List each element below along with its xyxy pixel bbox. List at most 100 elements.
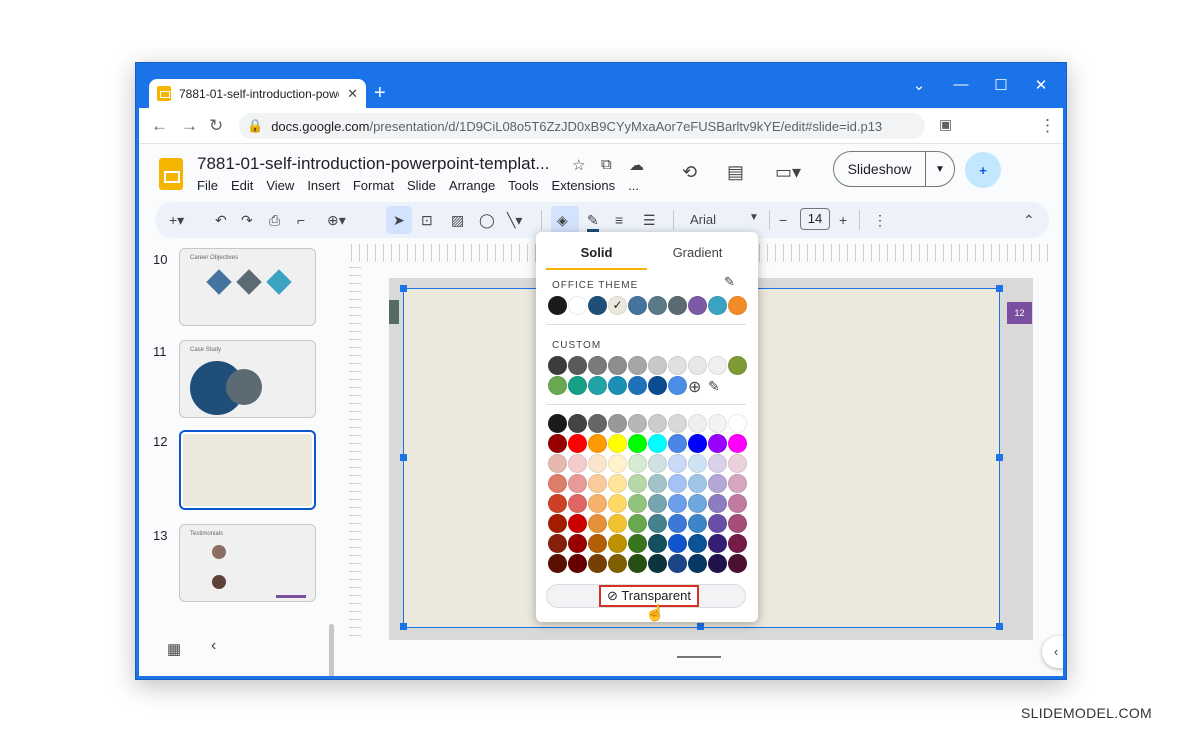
slideshow-dropdown-icon[interactable]: ▼ — [926, 164, 954, 175]
palette-color-swatch[interactable] — [608, 494, 627, 513]
palette-color-swatch[interactable] — [688, 554, 707, 573]
palette-color-swatch[interactable] — [648, 454, 667, 473]
comments-icon[interactable]: ▤ — [727, 162, 744, 183]
theme-color-swatch[interactable] — [548, 296, 567, 315]
eyedropper-icon[interactable]: ✎ — [708, 378, 720, 395]
font-size-input[interactable]: 14 — [800, 208, 830, 230]
custom-color-swatch[interactable] — [648, 376, 667, 395]
edit-theme-icon[interactable]: ✎ — [724, 274, 735, 290]
custom-color-swatch[interactable] — [628, 356, 647, 375]
palette-color-swatch[interactable] — [588, 534, 607, 553]
palette-color-swatch[interactable] — [708, 514, 727, 533]
palette-color-swatch[interactable] — [688, 534, 707, 553]
slide-thumbnail-11[interactable]: Case Study — [179, 340, 316, 418]
slides-logo-icon[interactable] — [159, 158, 183, 190]
slideshow-button[interactable]: Slideshow ▼ — [833, 151, 955, 187]
reload-icon[interactable]: ↻ — [209, 116, 223, 136]
palette-color-swatch[interactable] — [568, 414, 587, 433]
increase-font-size-button[interactable]: + — [839, 212, 847, 228]
filmstrip-scrollbar[interactable] — [329, 624, 334, 676]
custom-color-swatch[interactable] — [668, 356, 687, 375]
grid-view-icon[interactable]: ▦ — [167, 640, 181, 658]
palette-color-swatch[interactable] — [668, 454, 687, 473]
menu-format[interactable]: Format — [353, 178, 394, 193]
palette-color-swatch[interactable] — [648, 514, 667, 533]
palette-color-swatch[interactable] — [568, 454, 587, 473]
palette-color-swatch[interactable] — [728, 494, 747, 513]
palette-color-swatch[interactable] — [628, 514, 647, 533]
menu-extensions[interactable]: Extensions — [552, 178, 616, 193]
menu-view[interactable]: View — [266, 178, 294, 193]
palette-color-swatch[interactable] — [728, 534, 747, 553]
browser-tab[interactable]: 7881-01-self-introduction-powerpoint-tem… — [149, 79, 366, 108]
palette-color-swatch[interactable] — [568, 554, 587, 573]
back-icon[interactable]: ← — [151, 116, 168, 136]
paint-format-icon[interactable]: ⌐ — [297, 212, 305, 228]
palette-color-swatch[interactable] — [648, 494, 667, 513]
palette-color-swatch[interactable] — [688, 454, 707, 473]
palette-color-swatch[interactable] — [708, 454, 727, 473]
palette-color-swatch[interactable] — [588, 494, 607, 513]
custom-color-swatch[interactable] — [608, 356, 627, 375]
resize-handle[interactable] — [996, 454, 1003, 461]
palette-color-swatch[interactable] — [708, 474, 727, 493]
resize-handle[interactable] — [996, 285, 1003, 292]
resize-handle[interactable] — [996, 623, 1003, 630]
theme-color-swatch[interactable]: ✓ — [608, 296, 627, 315]
share-button[interactable]: + — [965, 152, 1001, 188]
theme-color-swatch[interactable] — [588, 296, 607, 315]
add-custom-color-icon[interactable]: ⊕ — [688, 377, 701, 397]
palette-color-swatch[interactable] — [628, 434, 647, 453]
custom-color-swatch[interactable] — [728, 356, 747, 375]
decrease-font-size-button[interactable]: − — [779, 212, 787, 228]
palette-color-swatch[interactable] — [628, 534, 647, 553]
theme-color-swatch[interactable] — [568, 296, 587, 315]
more-options-icon[interactable]: ⋮ — [873, 212, 887, 229]
theme-color-swatch[interactable] — [668, 296, 687, 315]
forward-icon[interactable]: → — [181, 116, 198, 136]
custom-color-swatch[interactable] — [688, 356, 707, 375]
palette-color-swatch[interactable] — [568, 474, 587, 493]
palette-color-swatch[interactable] — [588, 414, 607, 433]
menu-arrange[interactable]: Arrange — [449, 178, 495, 193]
undo-icon[interactable]: ↶ — [215, 212, 227, 229]
palette-color-swatch[interactable] — [648, 434, 667, 453]
palette-color-swatch[interactable] — [588, 474, 607, 493]
palette-color-swatch[interactable] — [628, 494, 647, 513]
palette-color-swatch[interactable] — [548, 534, 567, 553]
hide-filmstrip-icon[interactable]: ‹ — [211, 637, 216, 655]
palette-color-swatch[interactable] — [608, 434, 627, 453]
palette-color-swatch[interactable] — [628, 414, 647, 433]
palette-color-swatch[interactable] — [548, 554, 567, 573]
tab-gradient[interactable]: Gradient — [647, 242, 748, 270]
minimize-button[interactable]: — — [951, 76, 971, 93]
custom-color-swatch[interactable] — [548, 376, 567, 395]
palette-color-swatch[interactable] — [668, 414, 687, 433]
palette-color-swatch[interactable] — [628, 454, 647, 473]
palette-color-swatch[interactable] — [728, 554, 747, 573]
font-select[interactable]: Arial — [690, 212, 716, 227]
border-color-icon[interactable]: ✎ — [587, 212, 599, 232]
palette-color-swatch[interactable] — [708, 554, 727, 573]
slide-thumbnail-10[interactable]: Career Objectives — [179, 248, 316, 326]
palette-color-swatch[interactable] — [628, 554, 647, 573]
custom-color-swatch[interactable] — [608, 376, 627, 395]
document-title[interactable]: 7881-01-self-introduction-powerpoint-tem… — [197, 154, 549, 174]
palette-color-swatch[interactable] — [608, 454, 627, 473]
slide-thumbnail-12[interactable] — [179, 430, 316, 510]
side-panel-expand-icon[interactable]: ‹ — [1042, 636, 1063, 668]
meet-camera-icon[interactable]: ▭▾ — [775, 162, 801, 183]
theme-color-swatch[interactable] — [688, 296, 707, 315]
palette-color-swatch[interactable] — [708, 494, 727, 513]
zoom-icon[interactable]: ⊕▾ — [327, 212, 346, 229]
custom-color-swatch[interactable] — [628, 376, 647, 395]
palette-color-swatch[interactable] — [708, 534, 727, 553]
move-folder-icon[interactable]: ⧉ — [601, 156, 612, 173]
slide-thumbnail-13[interactable]: Testimonials — [179, 524, 316, 602]
menu-file[interactable]: File — [197, 178, 218, 193]
new-tab-button[interactable]: + — [374, 82, 386, 105]
close-window-button[interactable]: ✕ — [1031, 76, 1051, 94]
version-history-icon[interactable]: ⟲ — [682, 162, 697, 183]
url-input[interactable]: 🔒 docs.google.com/presentation/d/1D9CiL0… — [239, 113, 925, 139]
palette-color-swatch[interactable] — [648, 554, 667, 573]
